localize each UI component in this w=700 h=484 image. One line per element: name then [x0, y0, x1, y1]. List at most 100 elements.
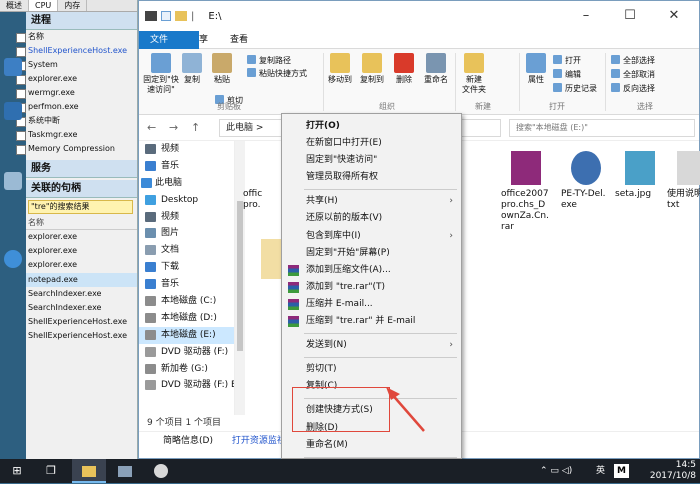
pin-quick-access-button[interactable]: 固定到"快速访问" — [141, 53, 181, 95]
context-menu-item[interactable]: 还原以前的版本(V) — [282, 210, 461, 227]
context-menu-item[interactable]: 压缩到 "tre.rar" 并 E-mail — [282, 313, 461, 330]
taskbar-app-button[interactable] — [108, 459, 142, 483]
nav-item[interactable]: 文档 — [139, 242, 234, 259]
task-view-button[interactable]: ❐ — [34, 459, 68, 483]
file-item[interactable]: seta.jpg — [615, 151, 675, 200]
context-menu-item[interactable]: 包含到库中(I) › — [282, 228, 461, 245]
tab-cpu[interactable]: CPU — [29, 0, 59, 11]
nav-item[interactable]: 本地磁盘 (E:) — [139, 326, 234, 344]
nav-item[interactable]: DVD 驱动器 (F:) — [139, 344, 234, 361]
invert-selection-button[interactable]: 反向选择 — [611, 83, 655, 94]
tab-overview[interactable]: 概述 — [0, 0, 29, 11]
new-folder-quick-icon[interactable] — [175, 10, 187, 21]
tray-icons[interactable]: ⌃ ▭ ◁) — [540, 459, 572, 483]
start-button[interactable]: ⊞ — [0, 459, 34, 483]
clock[interactable]: 14:5 2017/10/8 — [640, 460, 696, 484]
context-menu-item[interactable]: 管理员取得所有权 — [282, 169, 461, 186]
copy-path-button[interactable]: 复制路径 — [247, 55, 291, 66]
context-menu-item[interactable]: 共享(H) › — [282, 193, 461, 210]
nav-item[interactable]: 此电脑 — [139, 175, 234, 192]
close-button[interactable]: ✕ — [652, 1, 696, 31]
rename-button[interactable]: 重命名 — [419, 53, 453, 85]
handle-row[interactable]: explorer.exe — [24, 258, 137, 272]
handle-search-input[interactable]: "tre"的搜索结果 — [28, 200, 133, 214]
window-icon[interactable] — [145, 10, 157, 21]
handles-section-header[interactable]: 关联的句柄 — [26, 180, 137, 198]
context-menu-item[interactable]: 固定到"开始"屏幕(P) — [282, 245, 461, 262]
taskbar-app-button[interactable] — [144, 459, 178, 483]
navigation-scrollbar[interactable] — [235, 141, 245, 415]
new-folder-button[interactable]: 新建 文件夹 — [457, 53, 491, 95]
nav-item[interactable]: Desktop — [139, 192, 234, 209]
context-menu-item[interactable]: 添加到 "tre.rar"(T) — [282, 279, 461, 296]
scrollbar-thumb[interactable] — [237, 201, 243, 351]
nav-item[interactable]: 本地磁盘 (D:) — [139, 310, 234, 327]
taskbar-explorer-button[interactable] — [72, 459, 106, 483]
copy-to-button[interactable]: 复制到 — [357, 53, 387, 85]
ime-mode-badge[interactable]: M — [614, 464, 629, 478]
context-menu-item[interactable]: 剪切(T) — [282, 361, 461, 378]
nav-item[interactable]: 音乐 — [139, 276, 234, 293]
properties-quick-icon[interactable] — [161, 10, 171, 21]
details-toggle[interactable]: 简略信息(D) — [163, 436, 213, 446]
open-button[interactable]: 打开 — [553, 55, 581, 66]
process-header[interactable]: 名称 — [0, 30, 137, 44]
ime-indicator[interactable]: 英 — [596, 459, 605, 483]
history-button[interactable]: 历史记录 — [553, 83, 597, 94]
nav-item[interactable]: 音乐 — [139, 158, 234, 175]
properties-button[interactable]: 属性 — [521, 53, 551, 85]
desktop-app-icon[interactable] — [4, 58, 22, 76]
nav-item[interactable]: 下载 — [139, 259, 234, 276]
back-button[interactable]: ← — [147, 121, 161, 134]
maximize-button[interactable]: ☐ — [608, 1, 652, 31]
paste-shortcut-button[interactable]: 粘贴快捷方式 — [247, 68, 307, 79]
file-item[interactable]: office2007 pro.chs_D ownZa.Cn. rar — [501, 151, 561, 233]
nav-item[interactable]: 视频 — [139, 209, 234, 226]
nav-item[interactable]: DVD 驱动器 (F:) E — [139, 377, 234, 394]
services-section-header[interactable]: 服务 — [26, 160, 137, 178]
handle-row[interactable]: explorer.exe — [24, 244, 137, 258]
file-item[interactable]: 使用说明. txt — [667, 151, 700, 211]
context-menu-item[interactable]: 固定到"快速访问" — [282, 152, 461, 169]
desktop-app-icon[interactable] — [4, 172, 22, 190]
process-row[interactable]: ShellExperienceHost.exe — [0, 44, 137, 58]
context-menu-item[interactable]: 发送到(N) › — [282, 337, 461, 354]
nav-item[interactable]: 视频 — [139, 141, 234, 158]
nav-item[interactable]: 新加卷 (G:) — [139, 361, 234, 378]
handle-row[interactable]: notepad.exe — [24, 272, 137, 287]
process-row[interactable]: Taskmgr.exe — [0, 128, 137, 142]
context-menu-item[interactable]: 压缩并 E-mail... — [282, 296, 461, 313]
nav-item[interactable]: 图片 — [139, 225, 234, 242]
minimize-button[interactable]: – — [564, 1, 608, 31]
select-all-button[interactable]: 全部选择 — [611, 55, 655, 66]
context-menu-item[interactable]: 添加到压缩文件(A)... — [282, 262, 461, 279]
tab-file[interactable]: 文件 — [139, 31, 199, 49]
handle-row[interactable]: ShellExperienceHost.exe — [24, 315, 137, 329]
handle-row[interactable]: SearchIndexer.exe — [24, 287, 137, 301]
handle-row[interactable]: ShellExperienceHost.exe — [24, 329, 137, 343]
handle-row[interactable]: SearchIndexer.exe — [24, 301, 137, 315]
tab-view[interactable]: 查看 — [219, 31, 259, 48]
context-menu-item[interactable]: 打开(O) — [282, 118, 461, 135]
select-none-button[interactable]: 全部取消 — [611, 69, 655, 80]
tab-memory[interactable]: 内存 — [58, 0, 88, 11]
nav-item[interactable]: 本地磁盘 (C:) — [139, 293, 234, 310]
paste-button[interactable]: 粘贴 — [207, 53, 237, 85]
search-input[interactable]: 搜索"本地磁盘 (E:)" — [509, 119, 695, 137]
copy-button[interactable]: 复制 — [177, 53, 207, 85]
ie-icon[interactable] — [4, 250, 22, 268]
context-menu-item[interactable]: 重命名(M) — [282, 437, 461, 454]
process-row[interactable]: Memory Compression — [0, 142, 137, 156]
edit-button[interactable]: 编辑 — [553, 69, 581, 80]
handle-row[interactable]: explorer.exe — [24, 230, 137, 244]
forward-button[interactable]: → — [169, 121, 183, 134]
move-to-button[interactable]: 移动到 — [325, 53, 355, 85]
file-item[interactable]: PE-TY-Del. exe — [561, 151, 621, 211]
up-button[interactable]: ↑ — [191, 121, 205, 134]
handles-header[interactable]: 名称 — [24, 216, 137, 230]
desktop-app-icon[interactable] — [4, 102, 22, 120]
context-menu-item[interactable]: 在新窗口中打开(E) — [282, 135, 461, 152]
processes-section-header[interactable]: 进程 — [26, 12, 137, 30]
process-row[interactable]: wermgr.exe — [0, 86, 137, 100]
delete-button[interactable]: 删除 — [389, 53, 419, 85]
